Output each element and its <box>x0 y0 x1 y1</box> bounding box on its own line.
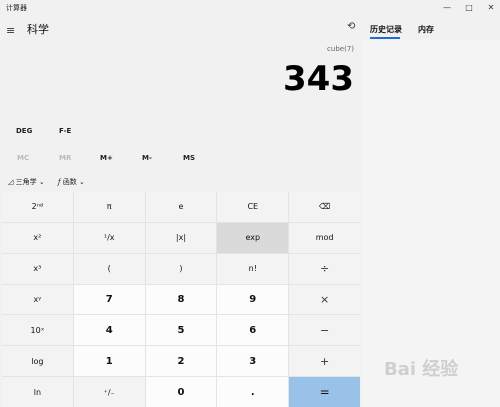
add-key[interactable]: + <box>289 346 360 377</box>
exp-key[interactable]: exp <box>217 222 289 253</box>
backspace-key[interactable]: ⌫ <box>289 192 360 222</box>
digit-9-key[interactable]: 9 <box>217 284 289 315</box>
expression-display: cube(7) <box>327 45 354 53</box>
digit-7-key[interactable]: 7 <box>73 284 145 315</box>
square-key[interactable]: x² <box>2 222 73 253</box>
function-label: 函数 <box>62 178 77 186</box>
reciprocal-key[interactable]: ¹/x <box>73 222 145 253</box>
tab-history[interactable]: 历史记录 <box>370 24 402 35</box>
mc-button[interactable]: MC <box>17 154 29 162</box>
mod-key[interactable]: mod <box>289 222 360 253</box>
keypad: 2ⁿᵈ π e CE ⌫ x² ¹/x |x| exp mod x³ ( ) n… <box>2 192 360 407</box>
result-display: 343 <box>283 59 354 99</box>
m-minus-button[interactable]: M- <box>142 154 152 162</box>
fe-button[interactable]: F-E <box>59 127 71 135</box>
m-plus-button[interactable]: M+ <box>100 154 113 162</box>
digit-0-key[interactable]: 0 <box>145 377 217 407</box>
log-key[interactable]: log <box>2 346 73 377</box>
ten-power-key[interactable]: 10ˣ <box>2 315 73 346</box>
hamburger-menu-icon[interactable]: ≡ <box>6 24 15 37</box>
chevron-down-icon: ⌄ <box>38 178 45 186</box>
e-key[interactable]: e <box>145 192 217 222</box>
digit-4-key[interactable]: 4 <box>73 315 145 346</box>
negate-key[interactable]: ⁺/₋ <box>73 377 145 407</box>
multiply-key[interactable]: × <box>289 284 360 315</box>
power-key[interactable]: xʸ <box>2 284 73 315</box>
subtract-key[interactable]: − <box>289 315 360 346</box>
watermark: Bai 经验 <box>384 359 459 380</box>
digit-2-key[interactable]: 2 <box>145 346 217 377</box>
decimal-key[interactable]: . <box>217 377 289 407</box>
digit-5-key[interactable]: 5 <box>145 315 217 346</box>
mode-title: 科学 <box>27 23 49 36</box>
pi-key[interactable]: π <box>73 192 145 222</box>
open-paren-key[interactable]: ( <box>73 253 145 284</box>
digit-6-key[interactable]: 6 <box>217 315 289 346</box>
abs-key[interactable]: |x| <box>145 222 217 253</box>
chevron-down-icon: ⌄ <box>78 178 85 186</box>
triangle-ruler-icon: ◿ <box>8 178 14 186</box>
factorial-key[interactable]: n! <box>217 253 289 284</box>
function-dropdown[interactable]: ƒ 函数 ⌄ <box>58 177 85 187</box>
digit-8-key[interactable]: 8 <box>145 284 217 315</box>
trig-dropdown[interactable]: ◿ 三角学 ⌄ <box>8 177 45 187</box>
angle-mode-button[interactable]: DEG <box>16 127 32 135</box>
divide-key[interactable]: ÷ <box>289 253 360 284</box>
clear-entry-key[interactable]: CE <box>217 192 289 222</box>
tab-memory[interactable]: 内存 <box>418 24 434 35</box>
equals-key[interactable]: = <box>289 377 360 407</box>
digit-1-key[interactable]: 1 <box>73 346 145 377</box>
minimize-button[interactable]: — <box>440 2 454 14</box>
cube-key[interactable]: x³ <box>2 253 73 284</box>
second-key[interactable]: 2ⁿᵈ <box>2 192 73 222</box>
app-title: 计算器 <box>6 4 27 12</box>
history-pane <box>362 40 500 407</box>
close-paren-key[interactable]: ) <box>145 253 217 284</box>
function-icon: ƒ <box>58 178 61 186</box>
history-icon[interactable]: ⟲ <box>347 21 355 32</box>
digit-3-key[interactable]: 3 <box>217 346 289 377</box>
active-tab-indicator <box>370 37 400 39</box>
maximize-button[interactable]: □ <box>462 2 476 14</box>
ln-key[interactable]: ln <box>2 377 73 407</box>
mr-button[interactable]: MR <box>59 154 71 162</box>
ms-button[interactable]: MS <box>183 154 195 162</box>
trig-label: 三角学 <box>15 178 37 186</box>
close-button[interactable]: ✕ <box>484 2 498 14</box>
title-bar: 计算器 — □ ✕ <box>0 0 500 16</box>
